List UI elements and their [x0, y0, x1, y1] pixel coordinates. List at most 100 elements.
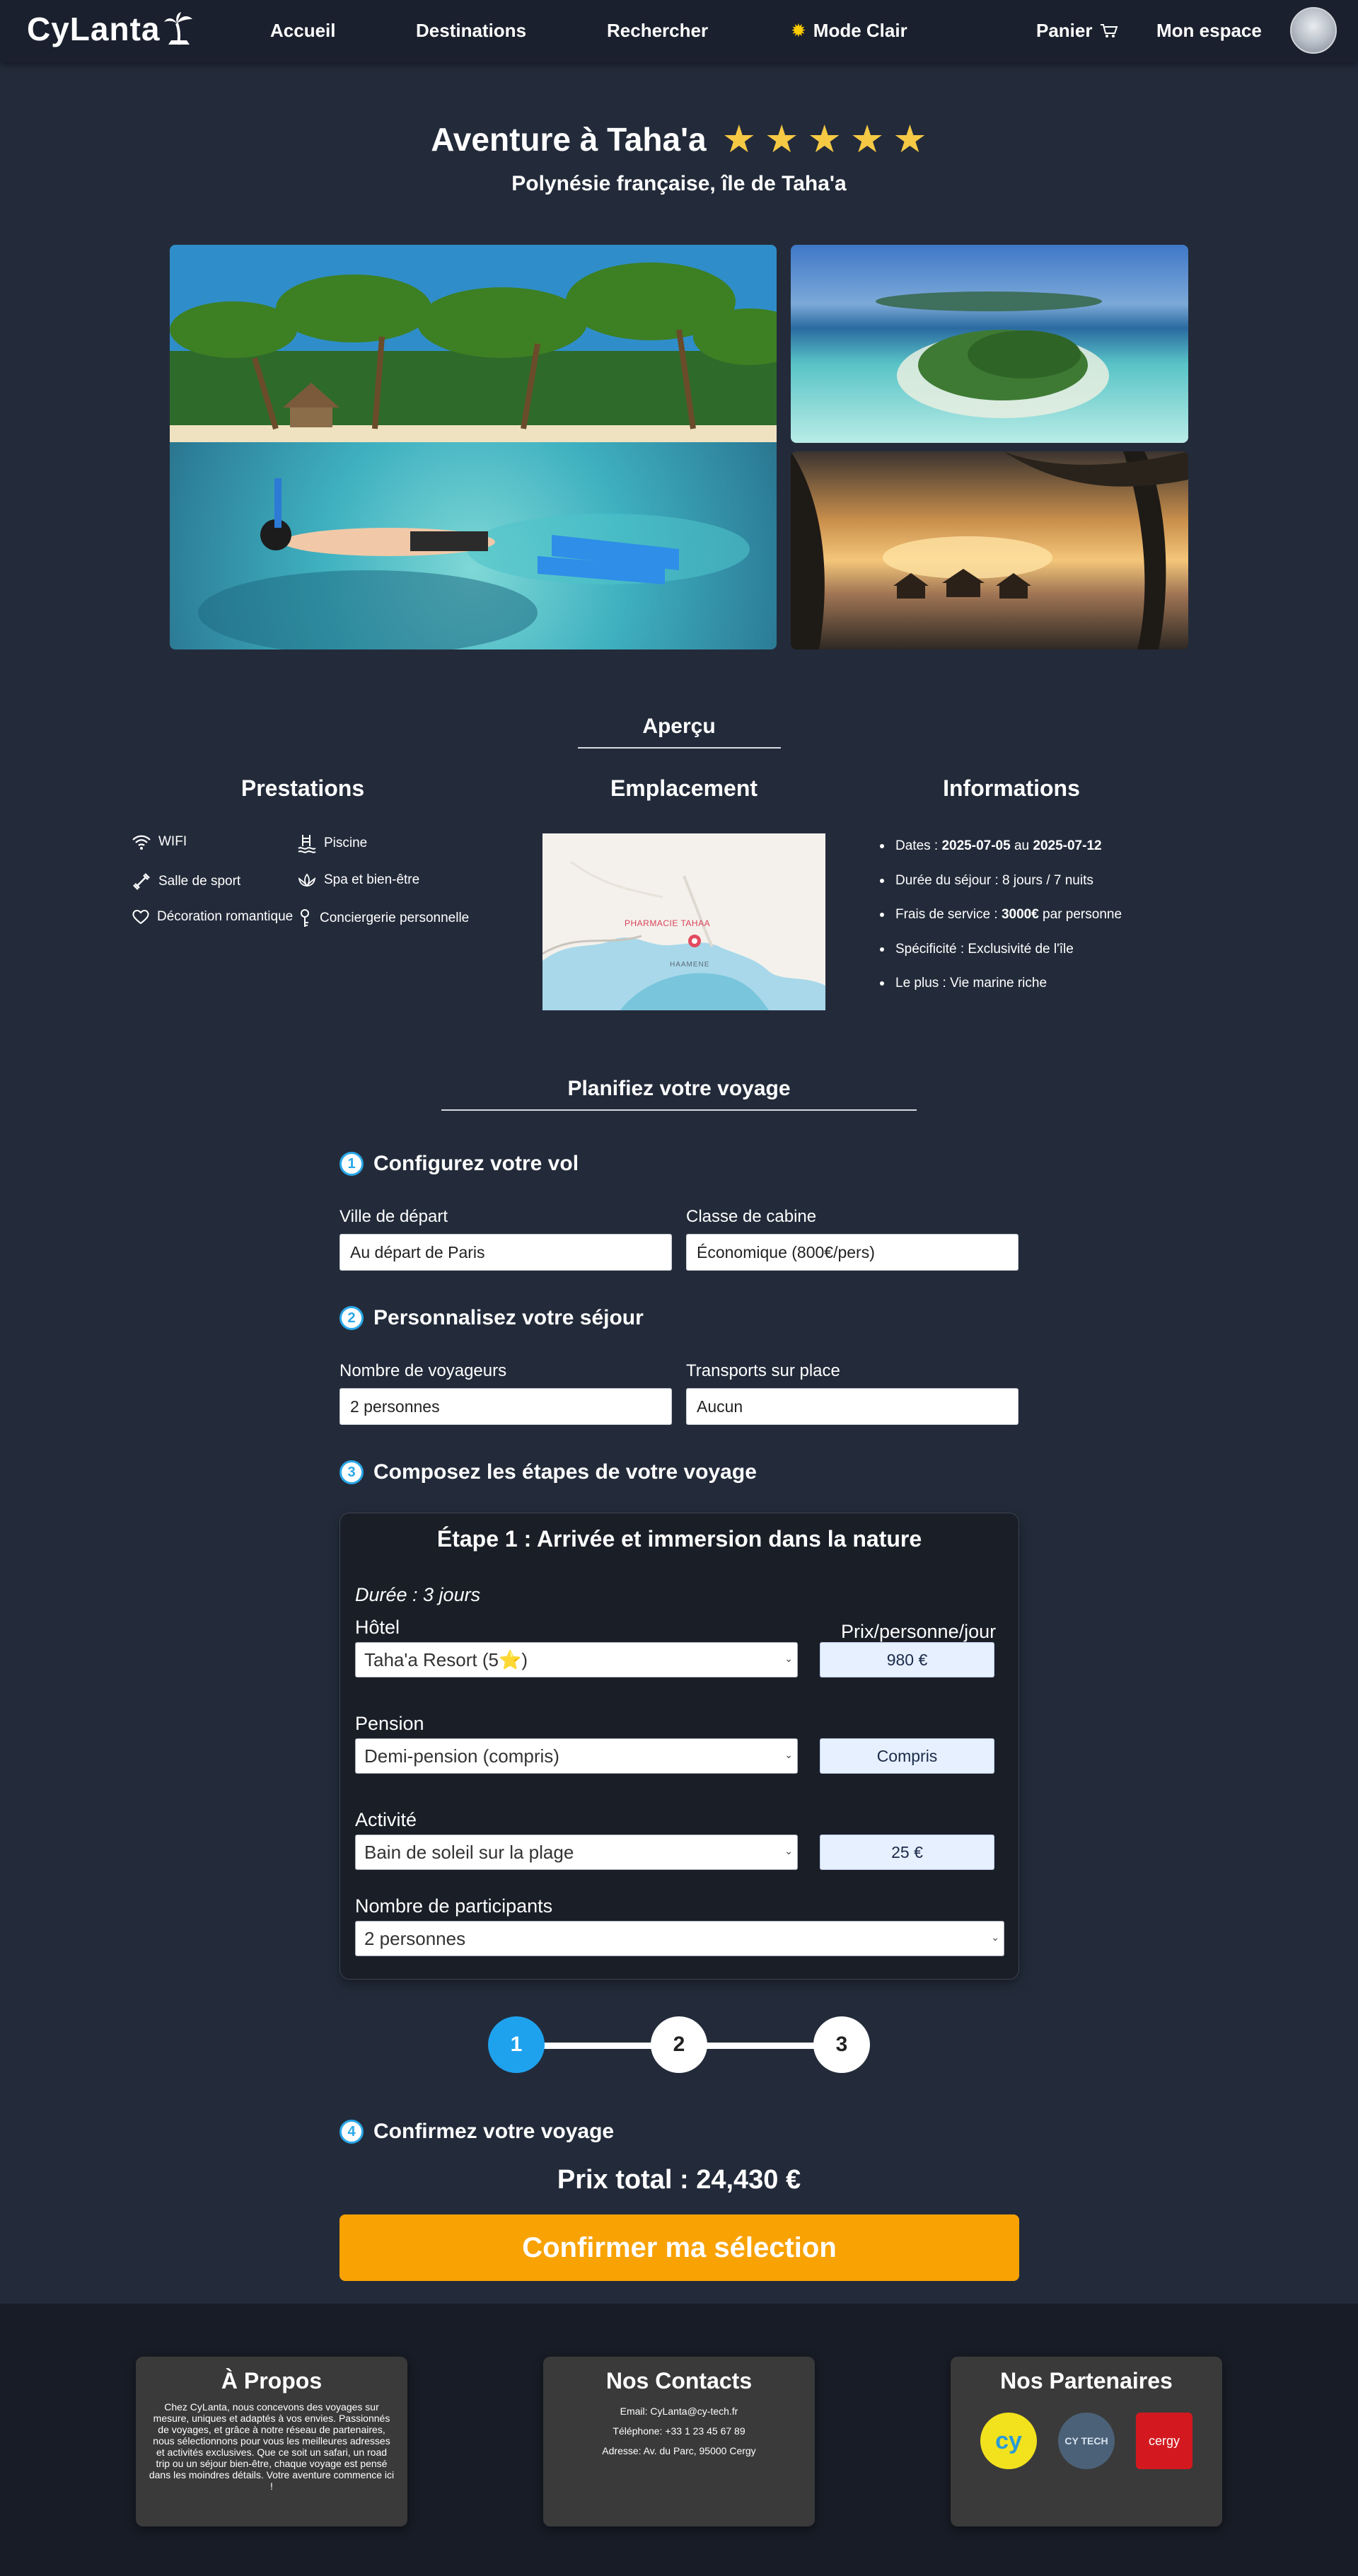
- brand-name: CyLanta: [27, 11, 161, 47]
- step1-heading: 1 Configurez votre vol: [340, 1152, 579, 1176]
- amenity-label: Conciergerie personnelle: [320, 911, 470, 925]
- activity-price: 25 €: [820, 1835, 994, 1870]
- amenity-label: Salle de sport: [158, 874, 241, 889]
- confirm-button[interactable]: Confirmer ma sélection: [340, 2214, 1019, 2281]
- info-list: Dates : 2025-07-05 au 2025-07-12 Durée d…: [880, 829, 1122, 1001]
- participants-label: Nombre de participants: [355, 1895, 553, 1917]
- pension-label: Pension: [355, 1713, 424, 1734]
- chevron-down-icon: ⌄: [991, 1931, 999, 1943]
- map-pin-label: PHARMACIE TAHAA: [625, 918, 711, 928]
- map-place-label: HAAMENE: [670, 961, 710, 969]
- navbar: CyLanta Accueil Destinations Rechercher …: [0, 0, 1358, 62]
- overview-heading: Aperçu: [642, 715, 716, 738]
- palm-tree-icon: [164, 12, 193, 45]
- stage-progress-step-2[interactable]: 2: [651, 2016, 707, 2073]
- plan-heading: Planifiez votre voyage: [567, 1077, 791, 1100]
- participants-select[interactable]: 2 personnes ⌄: [355, 1921, 1004, 1956]
- pension-select[interactable]: Demi-pension (compris) ⌄: [355, 1738, 798, 1774]
- informations-title: Informations: [943, 775, 1080, 801]
- sun-icon: ✹: [791, 20, 806, 41]
- page-subtitle: Polynésie française, île de Taha'a: [511, 172, 847, 195]
- transport-label: Transports sur place: [686, 1361, 840, 1380]
- travelers-label: Nombre de voyageurs: [340, 1361, 507, 1380]
- amenity-pool: Piscine: [297, 833, 367, 853]
- wifi-icon: [132, 835, 151, 850]
- step-number-badge: 3: [340, 1460, 364, 1484]
- heart-icon: [132, 910, 149, 925]
- partner-logo-cytech[interactable]: CY TECH: [1058, 2413, 1115, 2469]
- partner-logo-cergy[interactable]: cergy: [1136, 2413, 1192, 2469]
- partner-logos: cy CY TECH cergy: [963, 2413, 1209, 2469]
- hotel-select[interactable]: Taha'a Resort (5⭐) ⌄: [355, 1642, 798, 1677]
- brand-logo[interactable]: CyLanta: [27, 10, 194, 48]
- price-column-header: Prix/personne/jour: [841, 1621, 997, 1642]
- step-number-badge: 2: [340, 1306, 364, 1330]
- nav-destinations[interactable]: Destinations: [416, 20, 526, 42]
- info-plus: Le plus : Vie marine riche: [880, 966, 1122, 1001]
- hotel-select-value: Taha'a Resort (5⭐): [364, 1648, 528, 1670]
- step-title: Confirmez votre voyage: [373, 2120, 615, 2143]
- partners-card: Nos Partenaires cy CY TECH cergy: [951, 2357, 1222, 2526]
- star-icon: ★: [893, 118, 927, 161]
- amenity-concierge: Conciergerie personnelle: [297, 908, 469, 928]
- pension-select-value: Demi-pension (compris): [364, 1745, 559, 1767]
- star-icon: ★: [849, 118, 885, 161]
- cabin-label: Classe de cabine: [686, 1207, 817, 1226]
- cart-label: Panier: [1036, 20, 1093, 41]
- date-end: 2025-07-12: [1033, 838, 1102, 854]
- about-card: À Propos Chez CyLanta, nous concevons de…: [136, 2357, 407, 2526]
- cart-icon: [1100, 23, 1118, 37]
- location-map[interactable]: PHARMACIE TAHAA HAAMENE: [542, 833, 825, 1010]
- amenity-label: Spa et bien-être: [324, 872, 420, 887]
- stage-progress-step-1[interactable]: 1: [488, 2016, 545, 2073]
- star-icon: ★: [765, 118, 799, 161]
- departure-label: Ville de départ: [340, 1207, 448, 1226]
- photo-sunset-bungalows: [791, 451, 1188, 649]
- participants-select-value: 2 personnes: [364, 1927, 466, 1949]
- plan-heading-underline: [441, 1109, 917, 1111]
- overview-heading-underline: [578, 747, 781, 749]
- date-start: 2025-07-05: [941, 838, 1011, 854]
- contacts-card: Nos Contacts Email: CyLanta@cy-tech.fr T…: [543, 2357, 815, 2526]
- cart-link[interactable]: Panier: [1036, 20, 1118, 42]
- page-title-row: Aventure à Taha'a ★ ★ ★ ★ ★: [0, 120, 1358, 158]
- chevron-down-icon: ⌄: [784, 1653, 793, 1664]
- hotel-price: 980 €: [820, 1642, 994, 1677]
- pool-icon: [298, 835, 316, 853]
- account-link[interactable]: Mon espace: [1156, 20, 1262, 42]
- travelers-select[interactable]: 2 personnes: [340, 1388, 672, 1425]
- star-icon: ★: [721, 118, 757, 161]
- amenity-label: Piscine: [324, 836, 368, 850]
- contacts-title: Nos Contacts: [605, 2368, 753, 2393]
- theme-toggle[interactable]: ✹ Mode Clair: [791, 20, 907, 42]
- page-title: Aventure à Taha'a: [431, 121, 707, 158]
- theme-toggle-label: Mode Clair: [813, 20, 907, 41]
- info-fees: Frais de service : 3000€ par personne: [880, 898, 1122, 932]
- departure-select[interactable]: Au départ de Paris: [340, 1234, 672, 1271]
- cabin-select[interactable]: Économique (800€/pers): [686, 1234, 1018, 1271]
- nav-rechercher[interactable]: Rechercher: [607, 20, 708, 42]
- chevron-down-icon: ⌄: [784, 1749, 793, 1760]
- amenity-label: Décoration romantique: [157, 909, 294, 924]
- star-icon: ★: [807, 118, 842, 161]
- partners-title: Nos Partenaires: [1000, 2368, 1173, 2393]
- amenity-romantic: Décoration romantique: [132, 908, 293, 925]
- footer: À Propos Chez CyLanta, nous concevons de…: [0, 2304, 1358, 2576]
- partner-logo-cy[interactable]: cy: [980, 2413, 1037, 2469]
- activity-select[interactable]: Bain de soleil sur la plage ⌄: [355, 1835, 798, 1870]
- stage-progress-step-3[interactable]: 3: [813, 2016, 870, 2073]
- total-price: Prix total : 24,430 €: [557, 2165, 801, 2195]
- step-title: Personnalisez votre séjour: [373, 1306, 644, 1329]
- nav-accueil[interactable]: Accueil: [270, 20, 336, 42]
- contact-email[interactable]: Email: CyLanta@cy-tech.fr: [556, 2401, 802, 2421]
- amenity-wifi: WIFI: [132, 833, 187, 850]
- amenity-spa: Spa et bien-être: [297, 872, 419, 889]
- fees-value: 3000€: [1001, 907, 1039, 923]
- about-text: Chez CyLanta, nous concevons des voyages…: [149, 2401, 395, 2492]
- transport-select[interactable]: Aucun: [686, 1388, 1018, 1425]
- avatar[interactable]: [1290, 7, 1337, 54]
- chevron-down-icon: ⌄: [784, 1845, 793, 1856]
- pension-price: Compris: [820, 1738, 994, 1774]
- amenity-gym: Salle de sport: [132, 872, 240, 891]
- activity-label: Activité: [355, 1809, 417, 1830]
